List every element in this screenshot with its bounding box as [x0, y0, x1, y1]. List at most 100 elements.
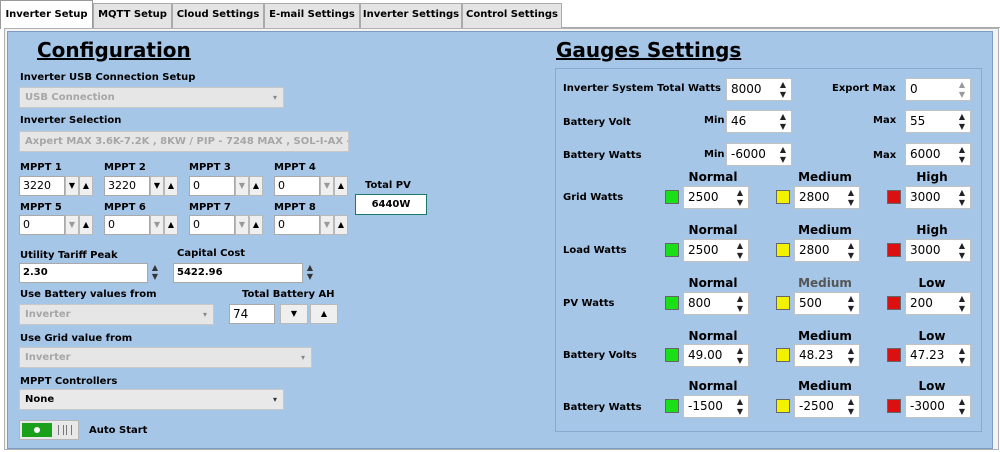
tab-email-settings[interactable]: E-mail Settings	[264, 3, 360, 28]
mppt-3-input[interactable]: 0	[189, 176, 235, 196]
usb-connection-label: Inverter USB Connection Setup	[20, 72, 196, 83]
export-max-spinbox[interactable]: 0 ▲ ▼	[905, 78, 971, 101]
auto-start-toggle[interactable]	[19, 420, 79, 440]
grid-from-select[interactable]: Inverter ▾	[19, 347, 312, 368]
mppt-8-input[interactable]: 0	[274, 215, 320, 235]
mppt-2-input[interactable]: 3220	[104, 176, 150, 196]
inverter-selection-value: Axpert MAX 3.6K-7.2K , 8KW / PIP - 7248 …	[25, 136, 349, 147]
normal-color-swatch	[665, 243, 679, 257]
grid-normal-header: Normal	[688, 170, 738, 184]
mppt-8-label: MPPT 8	[274, 202, 316, 213]
load-normal-header: Normal	[688, 223, 738, 237]
grid-high-spinbox[interactable]: 3000 ▲ ▼	[905, 186, 971, 209]
chevron-down-icon: ▾	[202, 310, 207, 319]
toggle-on-indicator	[22, 423, 52, 437]
bvolts-low-spinbox[interactable]: 47.23 ▲ ▼	[905, 344, 971, 367]
battery-watts-min-label: Min	[704, 149, 725, 160]
inverter-selection-select[interactable]: Axpert MAX 3.6K-7.2K , 8KW / PIP - 7248 …	[19, 131, 349, 152]
bvolts-normal-spinbox[interactable]: 49.00 ▲ ▼	[683, 344, 749, 367]
bwatts-medium-header: Medium	[798, 379, 852, 393]
pv-low-header: Low	[918, 276, 946, 290]
pv-low-spinbox[interactable]: 200 ▲ ▼	[905, 292, 971, 315]
normal-color-swatch	[665, 399, 679, 413]
mppt-4-input[interactable]: 0	[274, 176, 320, 196]
medium-color-swatch	[776, 243, 790, 257]
battery-from-value: Inverter	[25, 309, 71, 320]
grid-medium-spinbox[interactable]: 2800 ▲ ▼	[794, 186, 860, 209]
mppt-7-input[interactable]: 0	[189, 215, 235, 235]
normal-color-swatch	[665, 296, 679, 310]
mppt-2-label: MPPT 2	[104, 162, 146, 173]
bvolts-medium-spinbox[interactable]: 48.23 ▲ ▼	[794, 344, 860, 367]
battery-watts-min-spinbox[interactable]: -6000 ▲ ▼	[726, 143, 792, 166]
total-battery-ah-input[interactable]: 74	[229, 304, 275, 324]
tab-control-settings[interactable]: Control Settings	[462, 3, 562, 28]
high-color-swatch	[887, 243, 901, 257]
mppt-6-down-button[interactable]: ▼	[150, 215, 164, 235]
mppt-8-down-button[interactable]: ▼	[320, 215, 334, 235]
capital-cost-input[interactable]: 5422.96	[173, 263, 303, 283]
load-high-spinbox[interactable]: 3000 ▲ ▼	[905, 239, 971, 262]
mppt-4-label: MPPT 4	[274, 162, 316, 173]
tariff-stepper[interactable]: ▲ ▼	[148, 263, 162, 283]
tab-inverter-setup[interactable]: Inverter Setup	[0, 0, 93, 29]
total-pv-value: 6440W	[355, 194, 427, 215]
mppt-6-input[interactable]: 0	[104, 215, 150, 235]
total-ah-down-button[interactable]: ▼	[280, 304, 308, 324]
grid-high-header: High	[916, 170, 948, 184]
capital-cost-label: Capital Cost	[177, 248, 246, 259]
grid-normal-spinbox[interactable]: 2500 ▲ ▼	[683, 186, 749, 209]
pv-normal-spinbox[interactable]: 800 ▲ ▼	[683, 292, 749, 315]
inverter-selection-label: Inverter Selection	[20, 115, 122, 126]
mppt-1-up-button[interactable]: ▲	[79, 176, 93, 196]
mppt-2-up-button[interactable]: ▲	[164, 176, 178, 196]
capital-cost-stepper[interactable]: ▲ ▼	[303, 263, 317, 283]
battery-volt-label: Battery Volt	[563, 117, 631, 128]
battery-volts-label: Battery Volts	[563, 350, 637, 361]
load-medium-spinbox[interactable]: 2800 ▲ ▼	[794, 239, 860, 262]
mppt-4-up-button[interactable]: ▲	[334, 176, 348, 196]
pv-normal-header: Normal	[688, 276, 738, 290]
battery-from-label: Use Battery values from	[20, 289, 157, 300]
mppt-7-up-button[interactable]: ▲	[249, 215, 263, 235]
inverter-total-spinbox[interactable]: 8000 ▲ ▼	[726, 78, 792, 101]
tariff-input[interactable]: 2.30	[19, 263, 148, 283]
mppt-4-down-button[interactable]: ▼	[320, 176, 334, 196]
mppt-5-input[interactable]: 0	[19, 215, 65, 235]
mppt-5-down-button[interactable]: ▼	[65, 215, 79, 235]
pv-medium-spinbox[interactable]: 500 ▲ ▼	[794, 292, 860, 315]
tab-inverter-settings[interactable]: Inverter Settings	[360, 3, 462, 28]
bwatts-medium-spinbox[interactable]: -2500 ▲ ▼	[794, 395, 860, 418]
mppt-8-up-button[interactable]: ▲	[334, 215, 348, 235]
tab-cloud-settings[interactable]: Cloud Settings	[172, 3, 264, 28]
mppt-controllers-label: MPPT Controllers	[20, 376, 118, 387]
mppt-6-up-button[interactable]: ▲	[164, 215, 178, 235]
mppt-7-down-button[interactable]: ▼	[235, 215, 249, 235]
mppt-5-up-button[interactable]: ▲	[79, 215, 93, 235]
battery-volt-max-spinbox[interactable]: 55 ▲ ▼	[905, 110, 971, 133]
tab-mqtt-setup[interactable]: MQTT Setup	[93, 3, 172, 28]
load-normal-spinbox[interactable]: 2500 ▲ ▼	[683, 239, 749, 262]
bwatts-low-spinbox[interactable]: -3000 ▲ ▼	[905, 395, 971, 418]
mppt-3-down-button[interactable]: ▼	[235, 176, 249, 196]
inverter-total-label: Inverter System Total Watts	[563, 83, 721, 94]
mppt-1-label: MPPT 1	[20, 162, 62, 173]
mppt-2-down-button[interactable]: ▼	[150, 176, 164, 196]
usb-connection-select[interactable]: USB Connection ▾	[19, 87, 284, 108]
bwatts-normal-spinbox[interactable]: -1500 ▲ ▼	[683, 395, 749, 418]
battery-watts-max-spinbox[interactable]: 6000 ▲ ▼	[905, 143, 971, 166]
configuration-title: Configuration	[37, 38, 191, 62]
mppt-1-input[interactable]: 3220	[19, 176, 65, 196]
grid-from-value: Inverter	[25, 352, 71, 363]
export-max-label: Export Max	[832, 83, 896, 94]
tariff-label: Utility Tariff Peak	[20, 250, 118, 261]
mppt-3-up-button[interactable]: ▲	[249, 176, 263, 196]
mppt-1-down-button[interactable]: ▼	[65, 176, 79, 196]
low-color-swatch	[887, 296, 901, 310]
total-ah-up-button[interactable]: ▲	[310, 304, 338, 324]
total-battery-ah-label: Total Battery AH	[242, 289, 335, 300]
battery-volt-max-label: Max	[873, 115, 897, 126]
battery-from-select[interactable]: Inverter ▾	[19, 304, 214, 325]
battery-volt-min-spinbox[interactable]: 46 ▲ ▼	[726, 110, 792, 133]
mppt-controllers-select[interactable]: None ▾	[19, 389, 284, 410]
